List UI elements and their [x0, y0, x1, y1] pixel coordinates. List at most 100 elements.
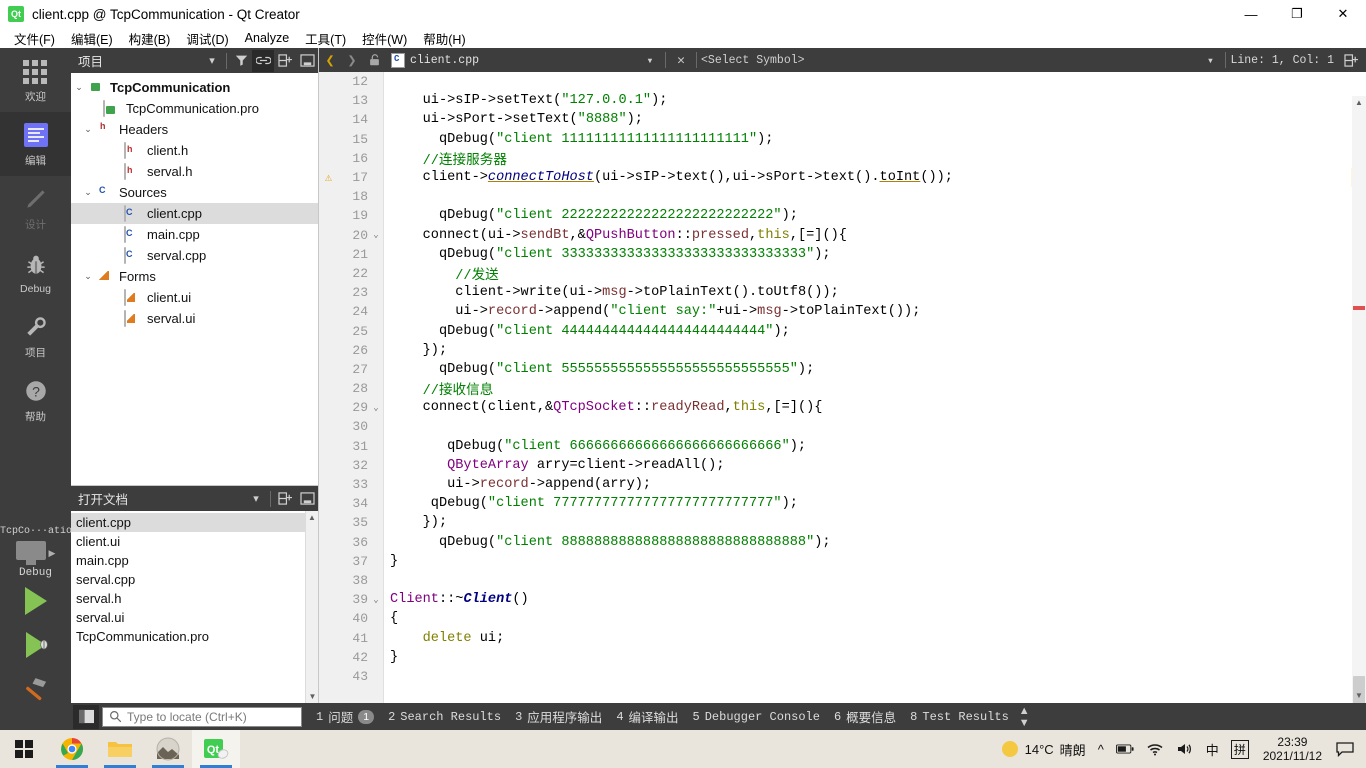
tree-item-main-cpp[interactable]: main.cpp	[71, 224, 318, 245]
fold-chevron-icon[interactable]: ⌄	[368, 403, 384, 413]
code-line[interactable]: 14 ui->sPort->setText("8888");	[319, 110, 1366, 129]
mode-design[interactable]: 设计	[0, 176, 71, 240]
chevron-right-icon[interactable]: ❯	[341, 48, 363, 72]
code-line[interactable]: 26 });	[319, 341, 1366, 360]
output-tab-compile-output[interactable]: 4 编译输出	[616, 707, 678, 726]
link-with-editor-icon[interactable]	[252, 49, 274, 72]
editor-scrollbar[interactable]: ▲ ▼	[1352, 96, 1366, 703]
code-line[interactable]: 16 //连接服务器	[319, 149, 1366, 169]
tree-item-pro-file[interactable]: TcpCommunication.pro	[71, 98, 318, 119]
toggle-sidebar-icon[interactable]	[73, 704, 99, 729]
code-line[interactable]: 38	[319, 571, 1366, 590]
output-tab-test-results[interactable]: 8 Test Results	[910, 710, 1009, 724]
ime-pinyin-indicator[interactable]: 拼	[1225, 739, 1255, 759]
menu-widgets[interactable]: 控件(W)	[354, 27, 415, 50]
debug-button[interactable]	[0, 623, 71, 667]
tree-item-serval-ui[interactable]: serval.ui	[71, 308, 318, 329]
close-button[interactable]: ✕	[1320, 0, 1366, 28]
code-line[interactable]: 40 {	[319, 609, 1366, 628]
add-split-icon[interactable]	[274, 488, 296, 510]
chevron-down-icon[interactable]: ▾	[245, 488, 267, 510]
taskbar-chrome-icon[interactable]	[48, 730, 96, 768]
taskbar-photo-app-icon[interactable]	[144, 730, 192, 768]
tree-item-serval-cpp[interactable]: serval.cpp	[71, 245, 318, 266]
open-doc-main-cpp[interactable]: main.cpp	[71, 551, 318, 570]
mode-projects[interactable]: 项目	[0, 304, 71, 368]
taskbar-clock[interactable]: 23:39 2021/11/12	[1255, 735, 1330, 763]
fold-chevron-icon[interactable]: ⌄	[368, 595, 384, 605]
code-line[interactable]: 25 qDebug("client 4444444444444444444444…	[319, 321, 1366, 340]
code-line[interactable]: 15 qDebug("client 1111111111111111111111…	[319, 130, 1366, 149]
open-documents-scrollbar[interactable]: ▲ ▼	[305, 511, 318, 703]
chevron-down-icon[interactable]: ⌄	[71, 82, 87, 93]
code-line[interactable]: 13 ui->sIP->setText("127.0.0.1");	[319, 91, 1366, 110]
code-line[interactable]: 18	[319, 187, 1366, 206]
output-tab-debugger-console[interactable]: 5 Debugger Console	[693, 710, 820, 724]
speaker-icon[interactable]	[1170, 742, 1200, 756]
tree-item-serval-h[interactable]: serval.h	[71, 161, 318, 182]
chevron-up-icon[interactable]: ^	[1092, 742, 1110, 757]
symbol-selector[interactable]: <Select Symbol>	[701, 54, 805, 67]
code-line[interactable]: 34 qDebug("client 7777777777777777777777…	[319, 494, 1366, 513]
code-line[interactable]: 20 ⌄ connect(ui->sendBt,&QPushButton::pre…	[319, 226, 1366, 245]
close-icon[interactable]: ✕	[670, 48, 692, 72]
output-tab-app-output[interactable]: 3 应用程序输出	[515, 707, 602, 726]
close-split-icon[interactable]	[296, 488, 318, 510]
scroll-up-icon[interactable]: ▲	[1352, 96, 1366, 110]
output-tab-issues[interactable]: 1 问题 1	[316, 707, 375, 726]
code-line[interactable]: 42}	[319, 648, 1366, 667]
battery-icon[interactable]	[1110, 743, 1140, 755]
mode-edit[interactable]: 编辑	[0, 112, 71, 176]
warning-triangle-icon[interactable]: ⚠	[319, 170, 338, 185]
chevron-down-icon[interactable]: ▾	[639, 48, 661, 72]
code-line[interactable]: 32 QByteArray arry=client->readAll();	[319, 456, 1366, 475]
tree-item-sources[interactable]: ⌄ Sources	[71, 182, 318, 203]
output-tab-general-messages[interactable]: 6 概要信息	[834, 707, 896, 726]
fold-chevron-icon[interactable]: ⌄	[368, 230, 384, 240]
code-line[interactable]: 12	[319, 72, 1366, 91]
kit-selector[interactable]: ▶	[0, 541, 71, 565]
code-line[interactable]: 27 qDebug("client 5555555555555555555555…	[319, 360, 1366, 379]
code-line[interactable]: 30	[319, 417, 1366, 436]
code-line[interactable]: 29 ⌄ connect(client,&QTcpSocket::readyRea…	[319, 398, 1366, 417]
add-split-icon[interactable]	[1340, 48, 1362, 72]
code-line[interactable]: 24 ui->record->append("client say:"+ui->…	[319, 302, 1366, 321]
open-doc-serval-h[interactable]: serval.h	[71, 589, 318, 608]
code-line[interactable]: 39 ⌄ Client::~Client()	[319, 590, 1366, 609]
close-split-icon[interactable]	[296, 50, 318, 72]
menu-analyze[interactable]: Analyze	[237, 29, 297, 47]
tree-item-headers[interactable]: ⌄ Headers	[71, 119, 318, 140]
tree-item-tcpcommunication[interactable]: ⌄ TcpCommunication	[71, 77, 318, 98]
code-line[interactable]: 31 qDebug("client 6666666666666666666666…	[319, 437, 1366, 456]
menu-help[interactable]: 帮助(H)	[415, 27, 473, 50]
filter-icon[interactable]	[230, 50, 252, 72]
wifi-icon[interactable]	[1140, 742, 1170, 756]
code-line[interactable]: 19 qDebug("client 2222222222222222222222…	[319, 206, 1366, 225]
scroll-up-icon[interactable]: ▲	[306, 511, 318, 524]
code-line[interactable]: 36 qDebug("client 8888888888888888888888…	[319, 533, 1366, 552]
up-down-arrows-icon[interactable]: ▲ ▼	[1019, 705, 1030, 729]
menu-build[interactable]: 构建(B)	[121, 27, 179, 50]
open-doc-pro[interactable]: TcpCommunication.pro	[71, 627, 318, 646]
code-line[interactable]: 23 client->write(ui->msg->toPlainText().…	[319, 283, 1366, 302]
code-line[interactable]: 37}	[319, 552, 1366, 571]
code-line[interactable]: 43	[319, 667, 1366, 686]
tree-item-forms[interactable]: ⌄ Forms	[71, 266, 318, 287]
code-line[interactable]: 33 ui->record->append(arry);	[319, 475, 1366, 494]
code-line[interactable]: 28 //接收信息	[319, 379, 1366, 399]
maximize-button[interactable]: ❐	[1274, 0, 1320, 28]
tree-item-client-cpp[interactable]: client.cpp	[71, 203, 318, 224]
open-doc-serval-cpp[interactable]: serval.cpp	[71, 570, 318, 589]
symbol-chevron-down-icon[interactable]: ▾	[1199, 48, 1221, 72]
mode-welcome[interactable]: 欢迎	[0, 48, 71, 112]
menu-tools[interactable]: 工具(T)	[297, 27, 354, 50]
code-line[interactable]: 21 qDebug("client 3333333333333333333333…	[319, 245, 1366, 264]
code-line[interactable]: ⚠ 17 client->connectToHost(ui->sIP->text(…	[319, 168, 1366, 187]
code-line[interactable]: 41 delete ui;	[319, 628, 1366, 647]
unlocked-icon[interactable]	[363, 48, 385, 72]
mode-help[interactable]: ? 帮助	[0, 368, 71, 432]
run-button[interactable]	[0, 579, 71, 623]
windows-start-icon[interactable]	[0, 730, 48, 768]
output-tab-search-results[interactable]: 2 Search Results	[388, 710, 501, 724]
add-split-icon[interactable]	[274, 50, 296, 72]
